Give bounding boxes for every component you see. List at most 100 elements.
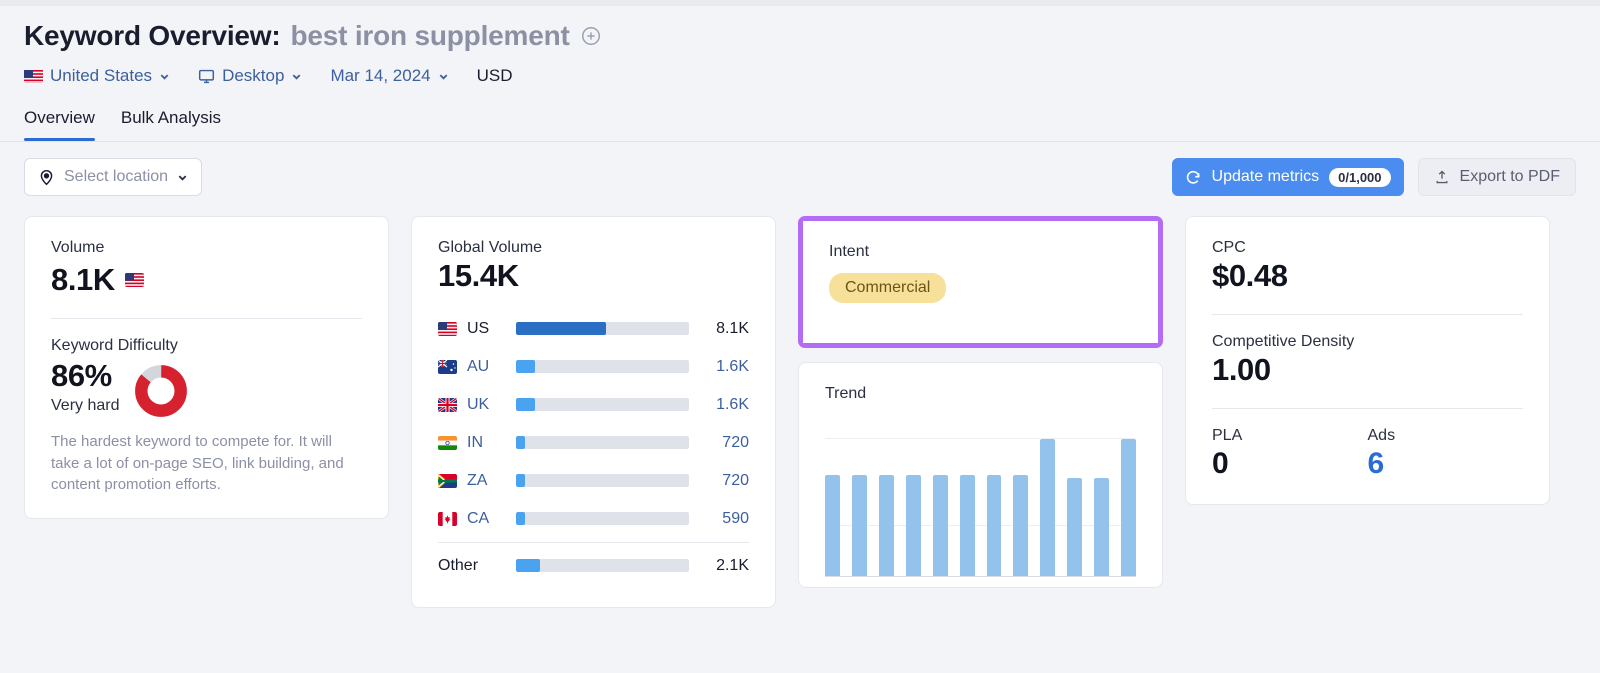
trend-bar[interactable] xyxy=(1013,474,1029,576)
divider xyxy=(438,541,749,543)
volume-bar-track xyxy=(516,559,689,573)
trend-bar[interactable] xyxy=(905,474,921,576)
intent-badge[interactable]: Commercial xyxy=(829,273,947,303)
volume-bar-fill xyxy=(516,436,525,450)
export-pdf-label: Export to PDF xyxy=(1459,168,1560,185)
trend-bars xyxy=(825,427,1137,576)
trend-bar[interactable] xyxy=(851,474,867,576)
country-cell: IN xyxy=(438,434,512,452)
in-flag-icon xyxy=(438,435,457,450)
volume-bar-track xyxy=(516,512,689,526)
country-code: CA xyxy=(467,509,490,527)
country-code: IN xyxy=(467,433,483,451)
country-cell: Other xyxy=(438,557,512,575)
refresh-icon xyxy=(1186,170,1200,184)
meta-row: United States Desktop Mar 14, 2024 USD xyxy=(24,66,1576,86)
volume-bar-track xyxy=(516,322,689,336)
trend-bar[interactable] xyxy=(986,474,1002,576)
kd-row: 86% Very hard xyxy=(51,358,362,417)
trend-bar[interactable] xyxy=(1094,477,1110,576)
country-code: AU xyxy=(467,357,490,375)
trend-bar[interactable] xyxy=(878,474,894,576)
global-volume-label: Global Volume xyxy=(438,239,543,256)
global-volume-row[interactable]: ZA 720 xyxy=(438,462,749,500)
country-volume-value: 2.1K xyxy=(716,556,749,574)
update-quota-badge: 0/1,000 xyxy=(1329,167,1391,187)
map-pin-icon xyxy=(40,169,53,185)
divider xyxy=(1212,407,1523,409)
country-cell: ZA xyxy=(438,472,512,490)
kd-donut-chart xyxy=(135,364,188,417)
trend-bar[interactable] xyxy=(1121,438,1137,576)
country-cell: CA xyxy=(438,510,512,528)
density-label: Competitive Density xyxy=(1212,332,1355,350)
us-flag-icon xyxy=(124,273,144,288)
volume-bar-fill xyxy=(516,512,525,526)
tab-bar: Overview Bulk Analysis xyxy=(0,108,1600,141)
global-volume-value: 15.4K xyxy=(438,258,519,293)
global-volume-row[interactable]: IN 720 xyxy=(438,424,749,462)
global-volume-row[interactable]: AU 1.6K xyxy=(438,348,749,386)
global-volume-row[interactable]: Other 2.1K xyxy=(438,547,749,585)
country-volume-value: 720 xyxy=(722,433,749,451)
volume-bar-track xyxy=(516,474,689,488)
trend-bar[interactable] xyxy=(1067,477,1083,576)
trend-bar[interactable] xyxy=(1040,438,1056,576)
volume-bar-fill xyxy=(516,322,606,336)
keyword-value: best iron supplement xyxy=(290,20,570,51)
export-pdf-button[interactable]: Export to PDF xyxy=(1417,158,1576,196)
country-volume-value: 1.6K xyxy=(716,357,749,375)
device-label: Desktop xyxy=(222,66,285,85)
toolbar: Select location Update metrics 0/1,000 E… xyxy=(0,142,1600,196)
currency-label-wrap: USD xyxy=(477,66,513,86)
pla-ads-row: PLA 0 Ads 6 xyxy=(1212,427,1523,483)
volume-bar-track xyxy=(516,436,689,450)
za-flag-icon xyxy=(438,473,457,488)
tab-bulk-analysis[interactable]: Bulk Analysis xyxy=(121,108,221,141)
us-flag-icon xyxy=(438,321,457,336)
country-code: ZA xyxy=(467,471,488,489)
trend-card: Trend xyxy=(798,362,1163,588)
pla-value: 0 xyxy=(1212,446,1229,480)
location-select[interactable]: Select location xyxy=(24,158,203,196)
intent-trend-column: Intent Commercial Trend xyxy=(798,216,1163,588)
global-volume-row[interactable]: US 8.1K xyxy=(438,310,749,348)
device-selector[interactable]: Desktop xyxy=(198,66,302,86)
volume-bar-fill xyxy=(516,360,536,374)
trend-bar[interactable] xyxy=(825,474,840,576)
global-volume-row[interactable]: UK 1.6K xyxy=(438,386,749,424)
volume-value: 8.1K xyxy=(51,262,115,297)
tab-overview[interactable]: Overview xyxy=(24,108,95,141)
date-selector[interactable]: Mar 14, 2024 xyxy=(330,66,448,86)
volume-label: Volume xyxy=(51,239,105,256)
chevron-down-icon xyxy=(178,174,187,181)
uk-flag-icon xyxy=(438,397,457,412)
title-row: Keyword Overview: best iron supplement xyxy=(24,20,1576,52)
page-header: Keyword Overview: best iron supplement U… xyxy=(0,6,1600,86)
chevron-down-icon xyxy=(293,73,301,80)
country-code: Other xyxy=(438,556,479,574)
plus-circle-icon[interactable] xyxy=(580,25,602,47)
intent-card: Intent Commercial xyxy=(803,221,1158,343)
trend-bar[interactable] xyxy=(932,474,948,576)
country-label: United States xyxy=(50,66,153,85)
global-volume-list: US 8.1K AU 1.6K UK 1.6K IN 720 ZA 720 CA 590 Other 2.… xyxy=(438,310,749,585)
ads-value[interactable]: 6 xyxy=(1368,445,1524,483)
country-selector[interactable]: United States xyxy=(24,66,170,86)
pla-label: PLA xyxy=(1212,426,1243,444)
volume-bar-fill xyxy=(516,474,525,488)
volume-bar-fill xyxy=(516,559,541,573)
global-volume-row[interactable]: CA 590 xyxy=(438,500,749,538)
trend-chart xyxy=(825,427,1137,577)
chevron-down-icon xyxy=(160,73,169,80)
chart-axis xyxy=(825,576,1136,577)
kd-status: Very hard xyxy=(51,396,120,414)
trend-bar[interactable] xyxy=(959,474,975,576)
country-cell: US xyxy=(438,320,512,338)
volume-bar-fill xyxy=(516,398,536,412)
country-volume-value: 1.6K xyxy=(716,395,749,413)
upload-icon xyxy=(1436,170,1447,184)
update-metrics-button[interactable]: Update metrics 0/1,000 xyxy=(1171,158,1404,196)
density-value: 1.00 xyxy=(1212,351,1271,387)
volume-bar-track xyxy=(516,398,689,412)
